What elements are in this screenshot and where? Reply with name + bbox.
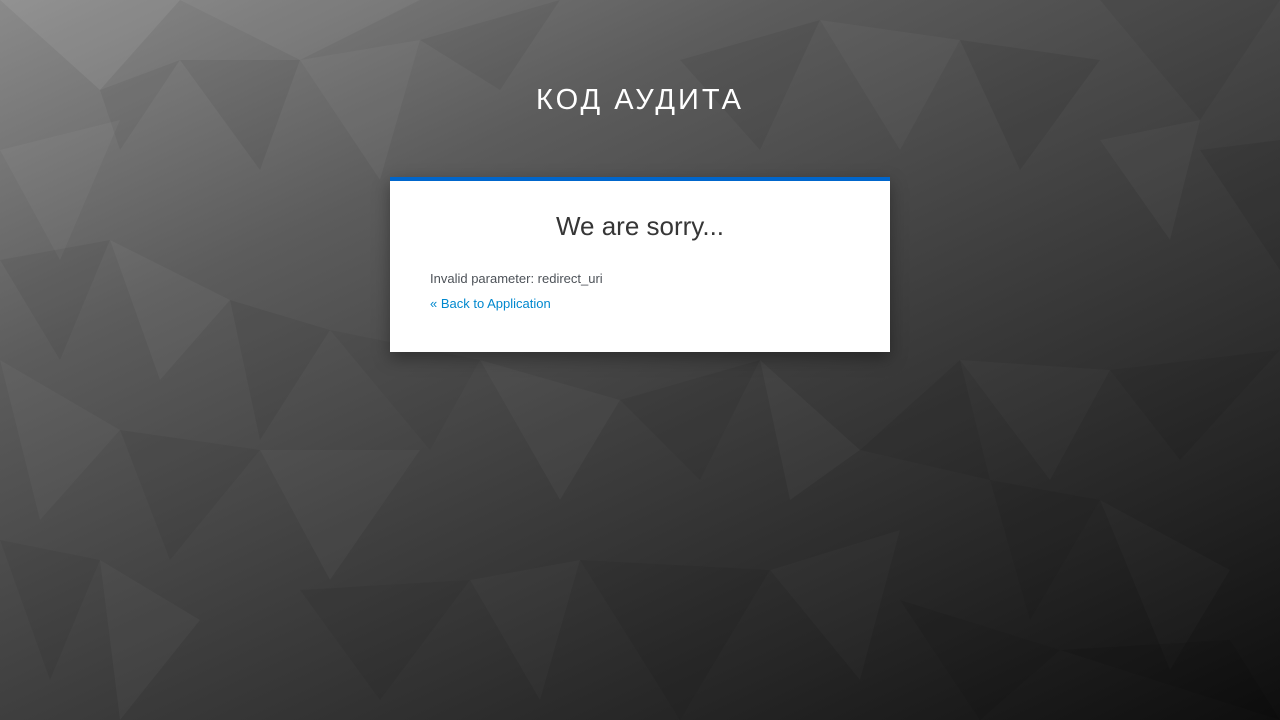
error-title: We are sorry... [555,211,725,241]
header: КОД АУДИТА [0,80,1280,120]
realm-name-title: КОД АУДИТА [536,84,744,116]
error-message: Invalid parameter: redirect_uri [430,271,603,286]
error-card: We are sorry... Invalid parameter: redir… [390,177,890,352]
back-to-application-link[interactable]: « Back to Application [430,295,551,313]
